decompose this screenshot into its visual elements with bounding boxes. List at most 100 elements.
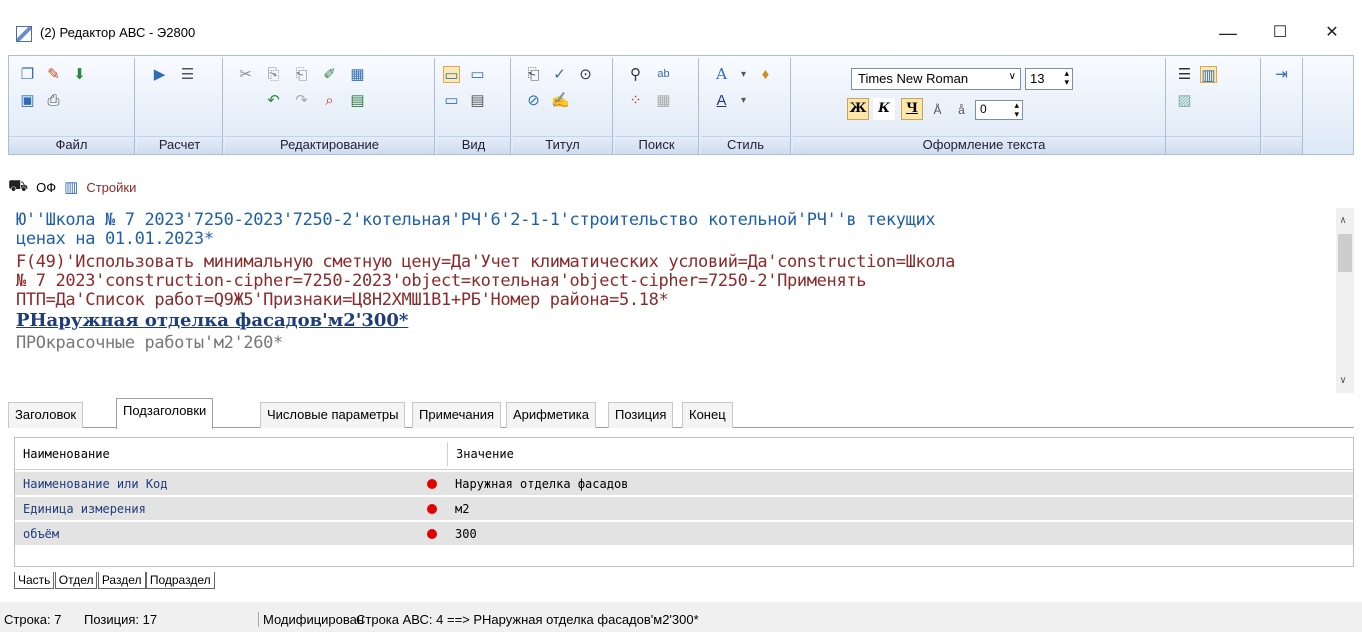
secondary-toolbar: ⛟ ОФ ▥ Стройки <box>8 172 136 202</box>
align-icon[interactable]: ☰ <box>1176 66 1193 83</box>
tab-strip: Заголовок Подзаголовки Числовые параметр… <box>8 398 1354 429</box>
replace-icon[interactable]: ab <box>655 66 672 83</box>
font-size-input[interactable]: 13 ▴ ▾ <box>1025 68 1073 90</box>
tab-position[interactable]: Позиция <box>608 402 674 428</box>
open-folder-icon[interactable]: ❐ <box>19 66 36 83</box>
minimize-button[interactable]: — <box>1210 20 1246 46</box>
stroyki-button[interactable]: Стройки <box>86 180 136 195</box>
table-row[interactable]: объём 300 <box>15 522 1353 546</box>
font-color-icon[interactable]: A <box>713 92 730 109</box>
required-dot-icon <box>427 504 437 514</box>
doc-list-icon[interactable]: ☰ <box>179 66 196 83</box>
grid-header: Наименование Значение <box>15 438 1353 470</box>
row-value[interactable]: м2 <box>447 497 469 521</box>
spacing-value: 0 <box>980 102 987 116</box>
copy-icon[interactable]: ⎘ <box>265 66 282 83</box>
row-value[interactable]: 300 <box>447 522 477 546</box>
title-doc-icon[interactable]: ⎗ <box>525 66 542 83</box>
scroll-down-icon[interactable]: ∨ <box>1340 372 1346 389</box>
spellcheck-icon[interactable]: ✓ <box>551 66 568 83</box>
truck-icon[interactable]: ⛟ <box>8 177 28 197</box>
tab-zagolovok[interactable]: Заголовок <box>8 402 84 428</box>
tab-end[interactable]: Конец <box>682 402 733 428</box>
section-tab-chast[interactable]: Часть <box>14 572 55 589</box>
spacing-input[interactable]: 0 ▴ ▾ <box>975 100 1023 120</box>
table-row[interactable]: Единица измерения м2 <box>15 497 1353 521</box>
italic-button[interactable]: К <box>873 98 895 120</box>
close-button[interactable]: ✕ <box>1314 20 1350 46</box>
ribbon-group-exit: ⇥ <box>1263 58 1303 154</box>
palette-icon[interactable]: ♦ <box>757 66 774 83</box>
scrollbar-thumb[interactable] <box>1338 234 1352 272</box>
table-icon[interactable]: ▦ <box>655 92 672 109</box>
font-style-icon[interactable]: A <box>713 66 730 83</box>
dots-icon[interactable]: ⊙ <box>577 66 594 83</box>
undo-icon[interactable]: ↶ <box>265 92 282 109</box>
buildings-icon[interactable]: ▥ <box>64 178 78 196</box>
status-position: Позиция: 17 <box>84 612 158 627</box>
find-replace-icon[interactable]: ⌕ <box>321 92 338 109</box>
editor-scrollbar[interactable]: ∧ ∨ <box>1336 208 1354 393</box>
layout-bottom-icon[interactable]: ▭ <box>443 92 460 109</box>
print-icon[interactable]: ⎙ <box>45 92 62 109</box>
font-family-value: Times New Roman <box>858 71 969 86</box>
play-icon[interactable]: ▶ <box>151 66 168 83</box>
page-view-icon[interactable]: ▥ <box>1200 66 1217 84</box>
spinner-icon: ▴ ▾ <box>1014 100 1019 119</box>
superscript-icon[interactable]: Å <box>929 102 946 119</box>
section-tab-razdel[interactable]: Раздел <box>97 572 146 589</box>
font-family-select[interactable]: Times New Roman ∨ <box>851 68 1021 90</box>
sign-icon[interactable]: ✍ <box>551 92 570 109</box>
row-value[interactable]: Наружная отделка фасадов <box>447 472 628 496</box>
ribbon-group-calc: ▶ ☰ Расчет <box>137 58 223 154</box>
save-icon[interactable]: ▣ <box>19 92 36 109</box>
bold-button[interactable]: Ж <box>847 98 869 120</box>
status-modified: Модифицирован <box>258 612 364 627</box>
window-title: (2) Редактор АВС - Э2800 <box>40 25 196 40</box>
download-icon[interactable]: ⬇ <box>71 66 88 83</box>
status-abc-line: Строка АВС: 4 ==> РНаружная отделка фаса… <box>356 612 699 627</box>
maximize-button[interactable]: ☐ <box>1262 20 1298 46</box>
subscript-icon[interactable]: å <box>953 102 970 119</box>
ribbon-group-file: ❐ ✎ ⬇ ▣ ⎙ Файл <box>9 58 135 154</box>
row-name: объём <box>23 527 60 541</box>
chevron-down-icon[interactable]: ▾ <box>735 66 752 83</box>
no-entry-icon[interactable]: ⊘ <box>525 92 542 109</box>
section-tab-podrazdel[interactable]: Подраздел <box>145 572 215 589</box>
ribbon-group-title: ⎗ ✓ ⊙ ⊘ ✍ Титул <box>513 58 613 154</box>
new-doc-icon[interactable]: ✎ <box>45 66 62 83</box>
ribbon-group-label: Расчет <box>137 136 222 154</box>
chevron-down-icon[interactable]: ▾ <box>735 92 752 109</box>
tab-numeric-params[interactable]: Числовые параметры <box>260 402 406 428</box>
tab-podzagolovki[interactable]: Подзаголовки <box>116 398 214 429</box>
underline-button[interactable]: Ч <box>901 98 923 120</box>
ribbon-group-label: Вид <box>437 136 510 154</box>
table-row[interactable]: Наименование или Код Наружная отделка фа… <box>15 472 1353 496</box>
tab-arithmetic[interactable]: Арифметика <box>506 402 597 428</box>
calc-icon[interactable]: ▦ <box>349 66 366 83</box>
binoculars-icon[interactable]: ⚲ <box>627 66 644 83</box>
paste-icon[interactable]: ⎗ <box>293 66 310 83</box>
section-tab-otdel[interactable]: Отдел <box>54 572 98 589</box>
abc-editor[interactable]: Ю''Школа № 7 2023'7250-2023'7250-2'котел… <box>8 208 1354 393</box>
row-name: Единица измерения <box>23 502 146 516</box>
exit-icon[interactable]: ⇥ <box>1273 66 1290 83</box>
ribbon-group-label: Редактирование <box>225 136 434 154</box>
scroll-up-icon[interactable]: ∧ <box>1340 212 1346 229</box>
ribbon-group-label: Стиль <box>701 136 790 154</box>
layout-top-icon[interactable]: ▭ <box>443 66 460 84</box>
edit-doc-icon[interactable]: ✐ <box>321 66 338 83</box>
filter-icon[interactable]: ▤ <box>349 92 366 109</box>
row-name: Наименование или Код <box>23 477 168 491</box>
redo-icon[interactable]: ↷ <box>293 92 310 109</box>
image-icon[interactable]: ▨ <box>1176 92 1193 109</box>
status-line: Строка: 7 <box>4 612 62 627</box>
color-dots-icon[interactable]: ⁘ <box>627 92 644 109</box>
layout-list-icon[interactable]: ▤ <box>469 92 486 109</box>
editor-line: ПТП=Да'Список работ=Q9Ж5'Признаки=Ц8Н2ХМ… <box>16 290 669 310</box>
title-bar: (2) Редактор АВС - Э2800 — ☐ ✕ <box>0 0 1362 52</box>
layout-split-icon[interactable]: ▭ <box>469 66 486 83</box>
tab-notes[interactable]: Примечания <box>412 402 502 428</box>
cut-icon[interactable]: ✂ <box>237 66 254 83</box>
of-button[interactable]: ОФ <box>36 180 56 195</box>
